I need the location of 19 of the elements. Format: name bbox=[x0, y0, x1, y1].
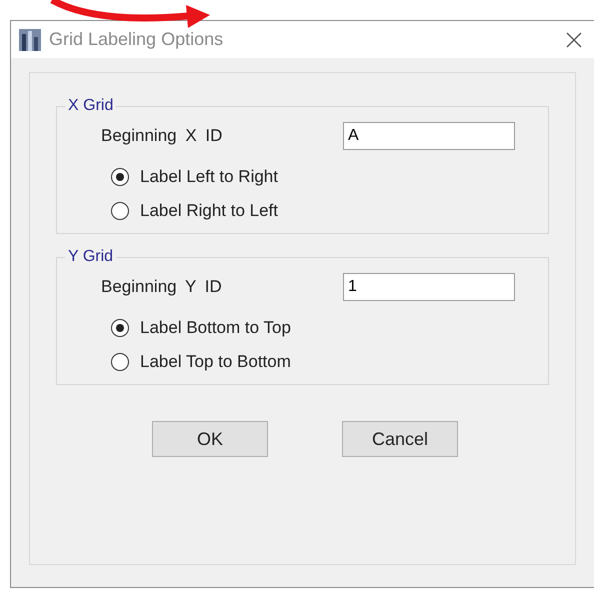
dialog-button[interactable]: OK bbox=[152, 421, 268, 457]
window-title: Grid Labeling Options bbox=[49, 29, 224, 50]
id-input-field[interactable]: 1 bbox=[343, 273, 515, 301]
radio-button[interactable] bbox=[111, 353, 129, 371]
radio-button[interactable] bbox=[111, 168, 129, 186]
radio-option[interactable]: Label Top to Bottom bbox=[111, 352, 548, 372]
group-title: Y Grid bbox=[67, 248, 114, 266]
field-label: Beginning Y ID bbox=[101, 277, 223, 297]
radio-option[interactable]: Label Right to Left bbox=[111, 201, 548, 221]
radio-option[interactable]: Label Left to Right bbox=[111, 167, 548, 187]
app-icon bbox=[19, 28, 41, 50]
field-label: Beginning X ID bbox=[101, 126, 224, 146]
group-title: X Grid bbox=[67, 97, 114, 115]
radio-button[interactable] bbox=[111, 319, 129, 337]
id-input-field[interactable]: A bbox=[343, 122, 515, 150]
radio-option[interactable]: Label Bottom to Top bbox=[111, 318, 548, 338]
close-icon[interactable] bbox=[566, 32, 582, 48]
dialog-button[interactable]: Cancel bbox=[342, 421, 458, 457]
radio-button[interactable] bbox=[111, 202, 129, 220]
